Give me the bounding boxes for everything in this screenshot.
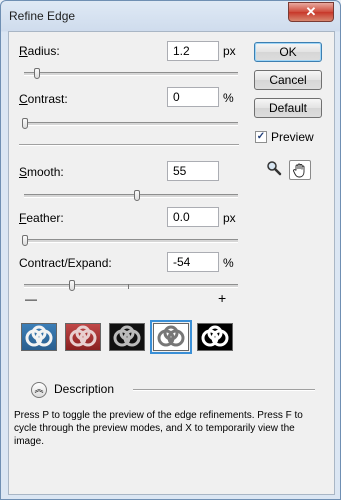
plus-label: +	[218, 290, 227, 306]
ok-button[interactable]: OK	[254, 42, 322, 62]
feather-slider[interactable]	[24, 239, 238, 243]
feather-unit: px	[223, 211, 236, 225]
refine-edge-dialog: Refine Edge ✕ Radius: 1.2 px Contrast: 0…	[0, 0, 341, 500]
knot-icon	[69, 325, 97, 347]
section-divider	[19, 144, 239, 146]
radius-slider[interactable]	[24, 72, 238, 76]
contract-expand-slider-thumb[interactable]	[69, 280, 75, 291]
contrast-slider-thumb[interactable]	[22, 118, 28, 129]
radius-label: Radius:	[19, 44, 60, 58]
knot-icon	[113, 325, 141, 347]
contract-expand-input[interactable]: -54	[167, 252, 219, 272]
contrast-input[interactable]: 0	[167, 87, 219, 107]
smooth-input[interactable]: 55	[167, 161, 219, 181]
contrast-label: Contrast:	[19, 92, 68, 106]
feather-label: Feather:	[19, 211, 64, 225]
preview-checkbox[interactable]: ✓	[255, 131, 267, 143]
preview-mode-on-black[interactable]	[109, 323, 145, 351]
radius-unit: px	[223, 44, 236, 58]
preview-mode-standard[interactable]	[21, 323, 57, 351]
preview-label: Preview	[271, 130, 314, 144]
default-button[interactable]: Default	[254, 98, 322, 118]
knot-icon	[157, 325, 185, 347]
description-toggle-button[interactable]: ︽	[31, 382, 47, 398]
dialog-body: Radius: 1.2 px Contrast: 0 % Smooth: 55 …	[8, 31, 335, 495]
preview-mode-quick-mask[interactable]	[65, 323, 101, 351]
minus-label: —	[25, 292, 37, 306]
preview-mode-on-white[interactable]	[150, 320, 192, 354]
radius-input[interactable]: 1.2	[167, 41, 219, 61]
chevron-up-icon: ︽	[34, 384, 44, 394]
slider-center-tick	[128, 284, 129, 289]
smooth-slider[interactable]	[24, 194, 238, 198]
contrast-slider[interactable]	[24, 122, 238, 126]
description-text: Press P to toggle the preview of the edg…	[14, 410, 303, 447]
zoom-tool[interactable]	[263, 160, 285, 180]
dialog-title: Refine Edge	[9, 9, 76, 23]
close-button[interactable]: ✕	[288, 2, 334, 22]
contract-expand-slider[interactable]	[24, 284, 238, 288]
checkmark-icon: ✓	[256, 131, 266, 142]
feather-input[interactable]: 0.0	[167, 207, 219, 227]
description-header: Description	[54, 382, 115, 396]
feather-slider-thumb[interactable]	[22, 235, 28, 246]
knot-icon	[25, 325, 53, 347]
smooth-slider-thumb[interactable]	[134, 190, 140, 201]
hand-icon	[293, 163, 305, 178]
smooth-label: Smooth:	[19, 165, 64, 179]
knot-icon	[201, 325, 229, 347]
preview-mode-mask[interactable]	[197, 323, 233, 351]
cancel-button[interactable]: Cancel	[254, 70, 322, 90]
contrast-unit: %	[223, 91, 234, 105]
contract-expand-label: Contract/Expand:	[19, 256, 112, 270]
contract-expand-unit: %	[223, 256, 234, 270]
radius-slider-thumb[interactable]	[34, 68, 40, 79]
zoom-icon	[267, 161, 282, 176]
title-bar: Refine Edge ✕	[1, 1, 340, 31]
close-icon: ✕	[305, 4, 317, 19]
description-divider	[133, 389, 315, 391]
hand-tool[interactable]	[289, 160, 311, 180]
